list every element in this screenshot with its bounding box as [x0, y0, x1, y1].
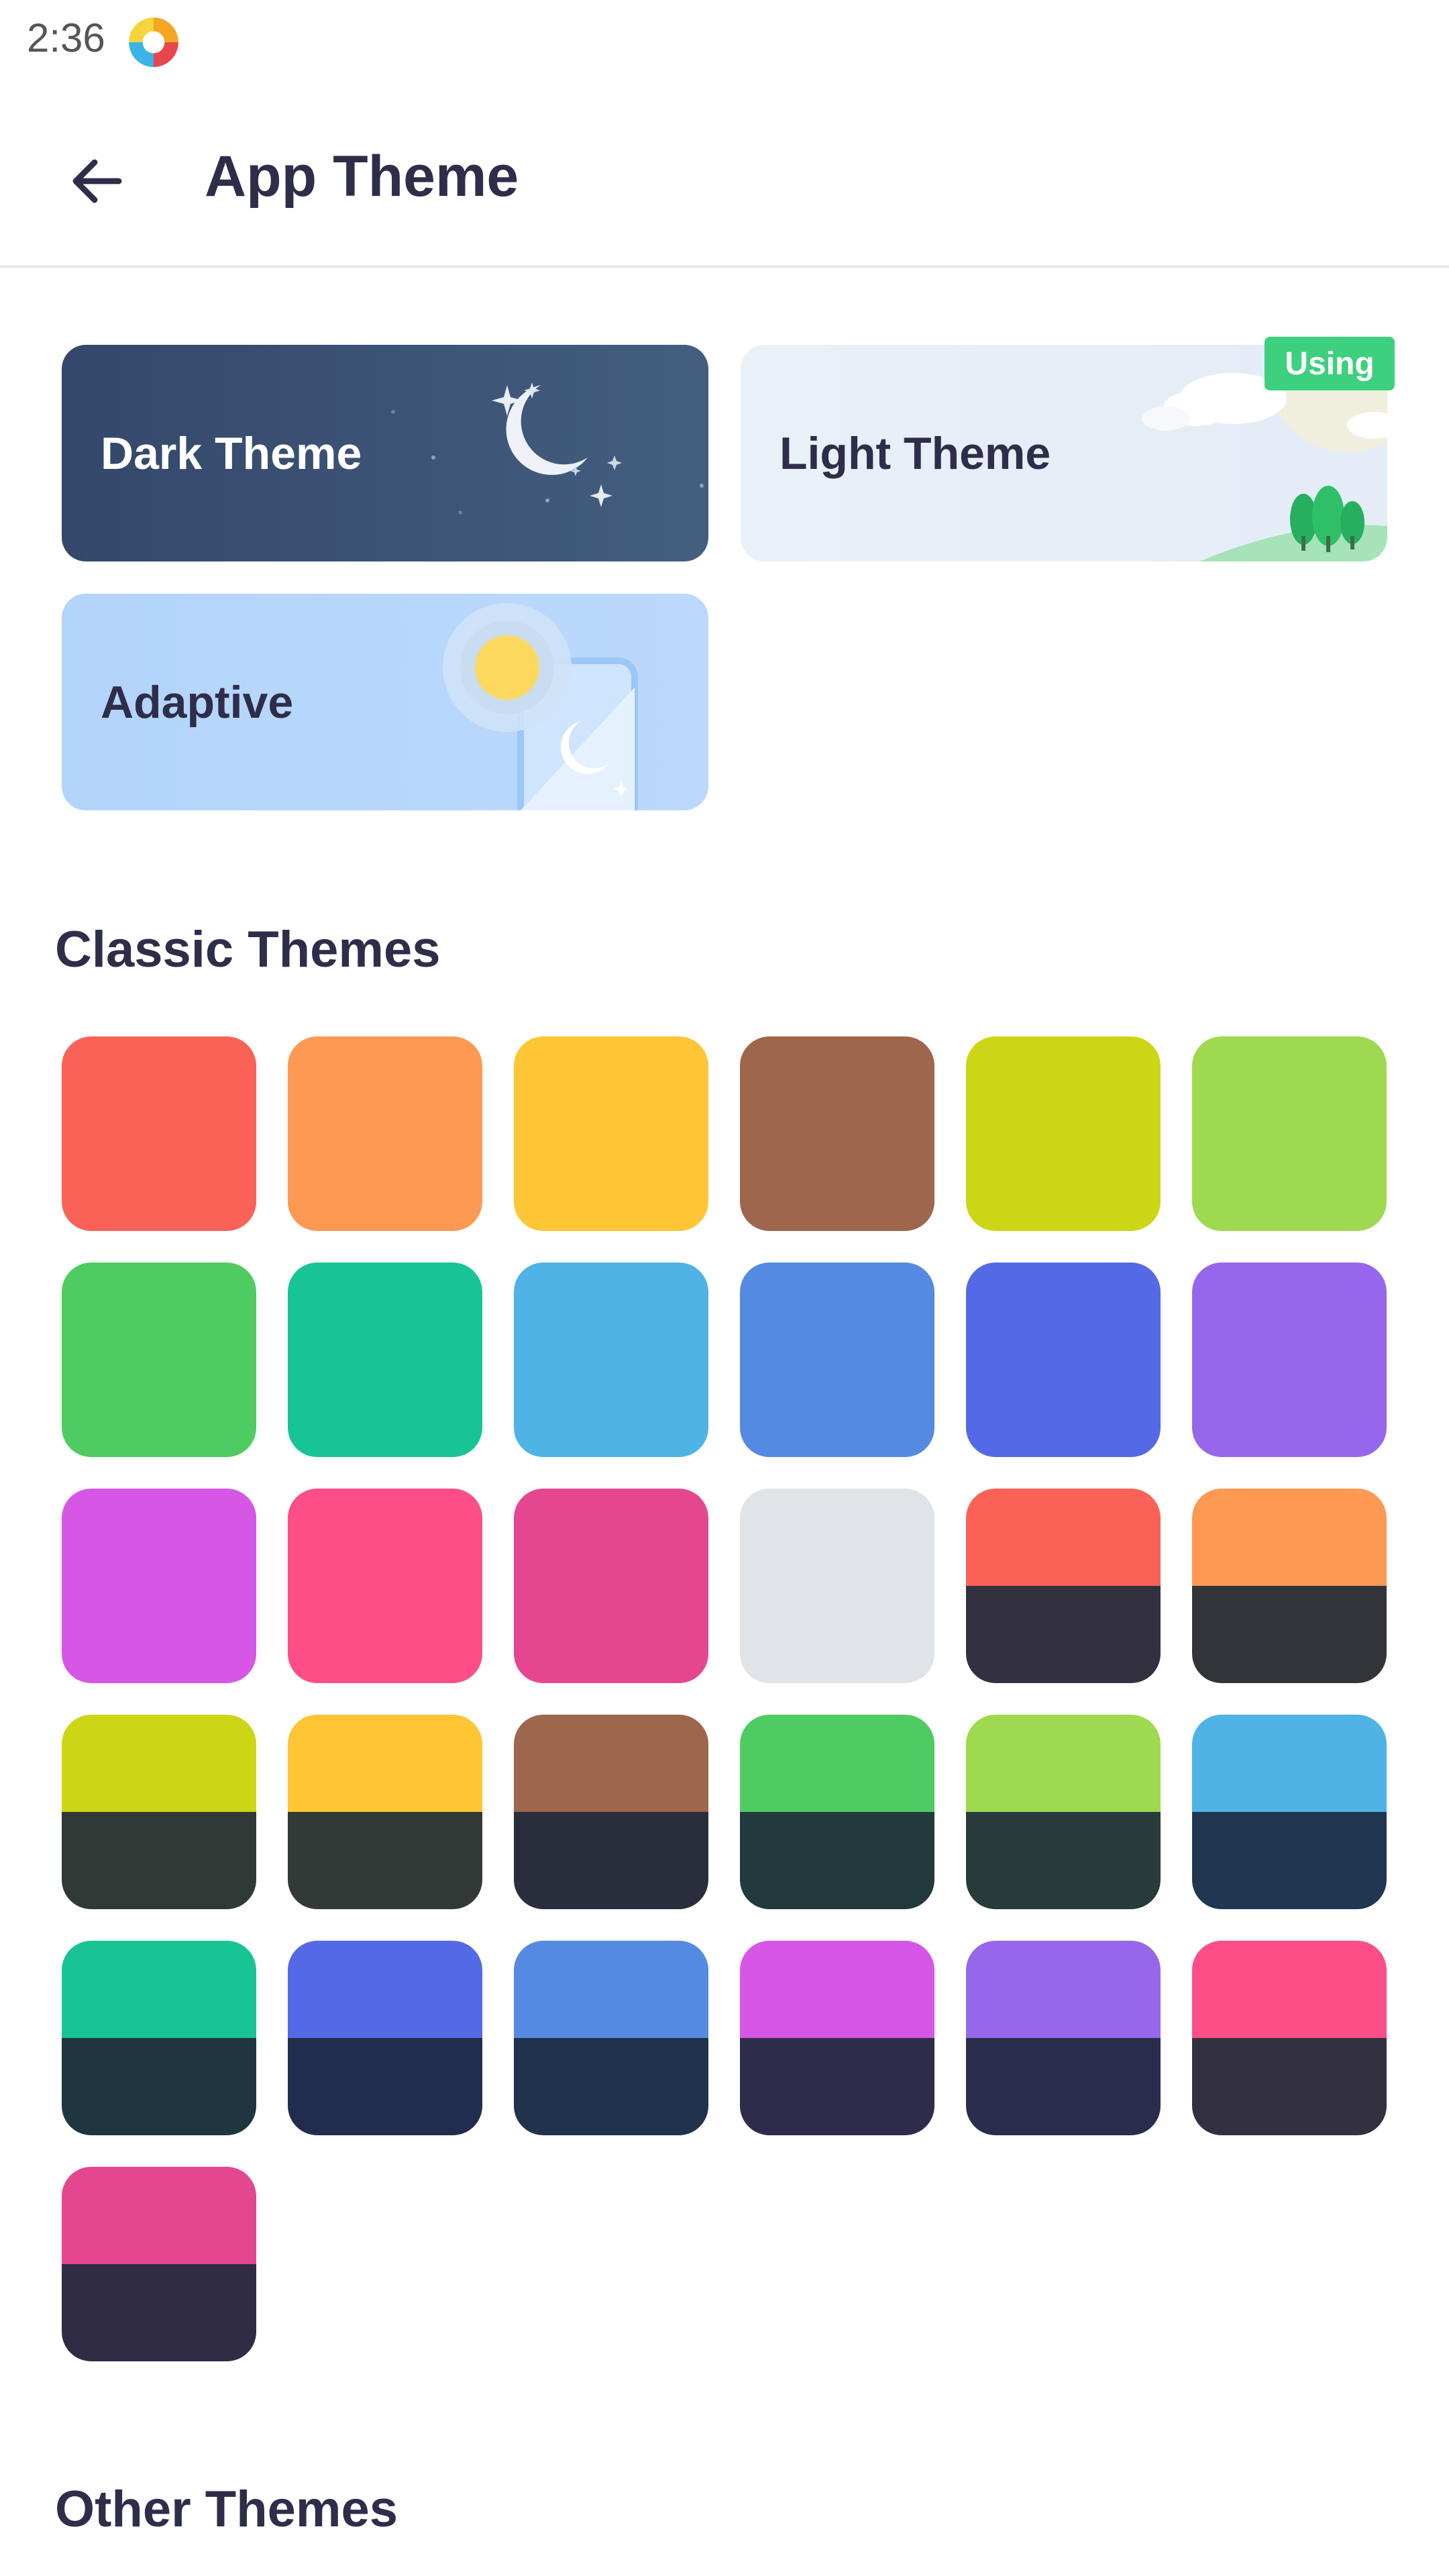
swatch-primary-color [966, 1263, 1161, 1457]
swatch-primary-color [1192, 1263, 1387, 1457]
swatch-dark-color [62, 1812, 256, 1909]
other-themes-title: Other Themes [55, 2481, 398, 2538]
swatch-primary-color [62, 1036, 256, 1231]
dark-theme-card[interactable]: Dark Theme [62, 345, 708, 561]
swatch-primary-color [740, 1715, 934, 1812]
arrow-left-icon [72, 159, 122, 203]
swatch-dark-color [966, 2038, 1161, 2135]
back-button[interactable] [54, 138, 141, 225]
swatch-primary-color [740, 1489, 934, 1683]
swatch-primary-color [288, 1036, 482, 1231]
swatch-primary-color [966, 1941, 1161, 2038]
theme-swatch[interactable] [740, 1489, 934, 1683]
theme-swatch[interactable] [288, 1715, 482, 1909]
toolbar: App Theme [0, 101, 1449, 268]
theme-swatch[interactable] [966, 1036, 1161, 1231]
theme-swatch[interactable] [288, 1036, 482, 1231]
swatch-dark-color [740, 2038, 934, 2135]
swatch-dark-color [1192, 2038, 1387, 2135]
swatch-primary-color [62, 1263, 256, 1457]
theme-swatch[interactable] [1192, 1715, 1387, 1909]
swatch-primary-color [966, 1036, 1161, 1231]
swatch-primary-color [62, 2167, 256, 2264]
swatch-primary-color [288, 1263, 482, 1457]
theme-swatch[interactable] [966, 1489, 1161, 1683]
swatch-primary-color [740, 1036, 934, 1231]
swatch-primary-color [1192, 1941, 1387, 2038]
theme-swatch[interactable] [1192, 1263, 1387, 1457]
theme-swatch[interactable] [288, 1941, 482, 2135]
swatch-primary-color [288, 1715, 482, 1812]
swatch-primary-color [966, 1489, 1161, 1586]
swatch-dark-color [62, 2038, 256, 2135]
swatch-primary-color [1192, 1036, 1387, 1231]
swatch-dark-color [288, 1812, 482, 1909]
status-time: 2:36 [27, 15, 105, 60]
swatch-primary-color [62, 1715, 256, 1812]
swatch-primary-color [966, 1715, 1161, 1812]
theme-swatch[interactable] [62, 1715, 256, 1909]
swatch-primary-color [288, 1489, 482, 1683]
adaptive-theme-label: Adaptive [101, 676, 294, 728]
swatch-dark-color [1192, 1812, 1387, 1909]
theme-swatch[interactable] [514, 1489, 708, 1683]
swatch-dark-color [288, 2038, 482, 2135]
light-theme-label: Light Theme [780, 427, 1051, 479]
theme-swatch[interactable] [1192, 1941, 1387, 2135]
theme-swatch[interactable] [1192, 1489, 1387, 1683]
theme-swatch[interactable] [740, 1036, 934, 1231]
swatch-dark-color [1192, 1586, 1387, 1683]
swatch-dark-color [514, 2038, 708, 2135]
moon-stars-icon [391, 382, 704, 515]
status-bar: 2:36 [0, 0, 1449, 87]
theme-swatch[interactable] [62, 1036, 256, 1231]
theme-swatch[interactable] [62, 1489, 256, 1683]
theme-swatch[interactable] [740, 1941, 934, 2135]
dark-theme-label: Dark Theme [101, 427, 362, 479]
theme-swatch[interactable] [514, 1036, 708, 1231]
swatch-dark-color [514, 1812, 708, 1909]
swatch-dark-color [966, 1586, 1161, 1683]
page-title: App Theme [205, 144, 519, 209]
theme-swatch[interactable] [514, 1715, 708, 1909]
theme-swatch[interactable] [966, 1941, 1161, 2135]
theme-swatch[interactable] [514, 1941, 708, 2135]
swatch-primary-color [514, 1941, 708, 2038]
theme-swatch[interactable] [514, 1263, 708, 1457]
swatch-primary-color [62, 1489, 256, 1683]
theme-swatch[interactable] [288, 1263, 482, 1457]
theme-swatch[interactable] [62, 1941, 256, 2135]
theme-swatch[interactable] [288, 1489, 482, 1683]
swatch-primary-color [514, 1489, 708, 1683]
swatch-primary-color [514, 1036, 708, 1231]
using-badge: Using [1265, 337, 1395, 390]
theme-swatch[interactable] [62, 2167, 256, 2361]
theme-swatch[interactable] [740, 1263, 934, 1457]
swatch-dark-color [740, 1812, 934, 1909]
swatch-dark-color [966, 1812, 1161, 1909]
swatch-primary-color [1192, 1489, 1387, 1586]
theme-swatch[interactable] [966, 1715, 1161, 1909]
swatch-primary-color [740, 1263, 934, 1457]
swatch-primary-color [740, 1941, 934, 2038]
swatch-primary-color [288, 1941, 482, 2038]
swatch-primary-color [514, 1263, 708, 1457]
app-notification-icon [126, 15, 181, 70]
theme-swatch[interactable] [62, 1263, 256, 1457]
sun-moon-phone-icon [443, 603, 638, 810]
theme-swatch[interactable] [966, 1263, 1161, 1457]
classic-themes-title: Classic Themes [55, 921, 441, 978]
swatch-primary-color [62, 1941, 256, 2038]
swatch-dark-color [62, 2264, 256, 2361]
adaptive-theme-card[interactable]: Adaptive [62, 594, 708, 810]
swatch-primary-color [514, 1715, 708, 1812]
theme-swatch[interactable] [740, 1715, 934, 1909]
swatch-primary-color [1192, 1715, 1387, 1812]
theme-swatch[interactable] [1192, 1036, 1387, 1231]
